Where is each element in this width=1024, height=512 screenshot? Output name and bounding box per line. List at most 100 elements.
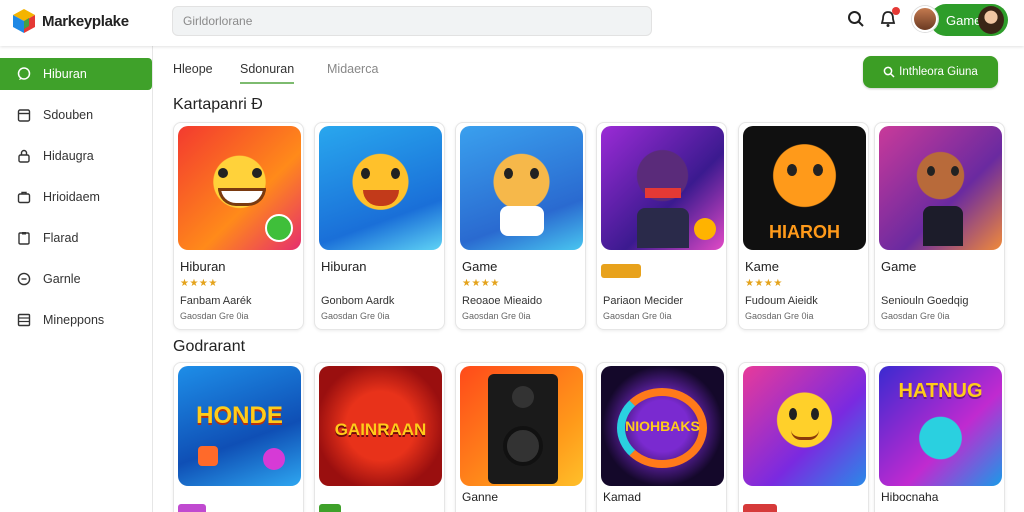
sidebar-item-sdouben[interactable]: Sdouben [0,99,152,131]
app-card[interactable]: Hiburan ★★★★ Fanbam Aarék Gaosdan Gre 0i… [173,122,304,330]
app-logo[interactable]: Markeyplake [12,8,129,34]
app-art: HATNUG [879,366,1002,486]
sidebar-item-flarad[interactable]: Flarad [0,222,152,254]
section-title: Kartapanri Đ [173,96,263,113]
app-card[interactable]: HONDE [173,362,304,512]
app-art [460,126,583,250]
app-card[interactable]: HATNUG Hibocnaha [874,362,1005,512]
app-card[interactable]: Game Seniouln Goedqig Gaosdan Gre 0ia [874,122,1005,330]
chat-icon [17,67,31,81]
game-pill-label: Game [946,12,982,28]
app-badge [319,504,341,512]
app-card[interactable]: Hiburan Gonbom Aardk Gaosdan Gre 0ia [314,122,445,330]
app-card[interactable]: Ganne [455,362,586,512]
sidebar-item-label: Hiburan [43,67,87,81]
app-title: Kame [745,259,779,274]
app-badge [601,264,641,278]
app-art: HONDE [178,366,301,486]
search-bar[interactable] [172,6,652,36]
notification-badge [892,7,900,15]
app-meta: Gaosdan Gre 0ia [321,311,390,321]
app-title: Game [881,259,917,274]
app-subtitle: Fanbam Aarék [180,295,252,307]
app-title: Ganne [462,490,499,504]
app-meta: Gaosdan Gre 0ia [462,311,531,321]
sidebar-item-hidaugra[interactable]: Hidaugra [0,140,152,172]
sidebar-item-label: Garnle [43,272,81,286]
rating-stars: ★★★★ [745,278,783,289]
calendar-icon [17,108,31,122]
search-icon[interactable] [846,9,866,29]
app-meta: Gaosdan Gre 0ia [180,311,249,321]
app-title: Hibocnaha [881,490,939,504]
app-card[interactable]: HIAROH Kame ★★★★ Fudoum Aieidk Gaosdan G… [738,122,869,330]
app-badge [178,504,206,512]
app-art: HIAROH [743,126,866,250]
sidebar-item-garnle[interactable]: Garnle [0,263,152,295]
game-pill-button[interactable]: Game [930,4,1008,36]
profile-avatar[interactable] [978,6,1004,34]
app-badge [743,504,777,512]
sidebar-item-label: Mineppons [43,313,105,327]
tab-active-indicator [240,82,295,84]
app-art [178,126,301,250]
clock-icon [17,272,31,286]
rating-stars: ★★★★ [180,278,218,289]
art-title: HATNUG [898,380,983,402]
app-subtitle: Pariaon Mecider [603,295,684,307]
app-card[interactable]: Game ★★★★ Reoaoe Mieaido Gaosdan Gre 0ia [455,122,586,330]
tab-label: Midaerca [327,62,379,76]
tab-label: Sdonuran [240,62,295,76]
app-art [879,126,1002,250]
app-title: Game [462,259,498,274]
app-card[interactable]: GAINRAAN [314,362,445,512]
sidebar-item-label: Hidaugra [43,149,94,163]
tab-hleope[interactable]: Hleope [173,62,213,84]
table-icon [17,313,31,327]
app-subtitle: Gonbom Aardk [321,295,395,307]
art-title: GAINRAAN [334,420,427,439]
art-title: NIOHBAKS [625,418,700,434]
search-input[interactable] [173,7,651,35]
app-meta: Gaosdan Gre 0ia [745,311,814,321]
logo-icon [13,9,35,33]
tab-label: Hleope [173,62,213,76]
app-subtitle: Seniouln Goedqig [881,295,969,307]
app-meta: Gaosdan Gre 0ia [881,311,950,321]
sidebar-item-hrioidaem[interactable]: Hrioidaem [0,181,152,213]
app-art [601,126,724,250]
sidebar-item-label: Hrioidaem [43,190,100,204]
app-subtitle: Reoaoe Mieaido [462,295,543,307]
tab-midaerca[interactable]: Midaerca [327,62,378,84]
sidebar: Hiburan Sdouben Hidaugra Hrioidaem Flara… [0,46,153,512]
clipboard-icon [17,231,31,245]
app-title: Hiburan [180,259,226,274]
app-art: NIOHBAKS [601,366,724,486]
app-meta: Gaosdan Gre 0ia [603,311,672,321]
app-art: GAINRAAN [319,366,442,486]
app-art [319,126,442,250]
user-avatar[interactable] [912,6,938,32]
tab-sdonuran[interactable]: Sdonuran [240,62,295,84]
app-subtitle: Fudoum Aieidk [745,295,818,307]
app-title: Kamad [603,490,642,504]
art-title: HIAROH [769,222,840,242]
app-card[interactable]: Pariaon Mecider Gaosdan Gre 0ia [596,122,727,330]
notification-icon[interactable] [878,7,900,29]
main-content: Hleope Sdonuran Midaerca Inthleora Giuna… [154,46,1024,512]
sidebar-item-mineppons[interactable]: Mineppons [0,304,152,336]
app-card[interactable]: NIOHBAKS Kamad [596,362,727,512]
cta-label: Inthleora Giuna [899,66,978,78]
section-title: Godrarant [173,338,246,355]
app-card[interactable] [738,362,869,512]
logo-text: Markeyplake [42,12,129,30]
cta-button[interactable]: Inthleora Giuna [863,56,998,88]
sidebar-item-hiburan[interactable]: Hiburan [0,58,152,90]
art-title: HONDE [196,402,283,429]
rating-stars: ★★★★ [462,278,500,289]
sidebar-item-label: Flarad [43,231,79,245]
app-art [743,366,866,486]
search-icon [883,66,895,78]
lock-icon [17,149,31,163]
top-header: Markeyplake Game [0,0,1024,46]
